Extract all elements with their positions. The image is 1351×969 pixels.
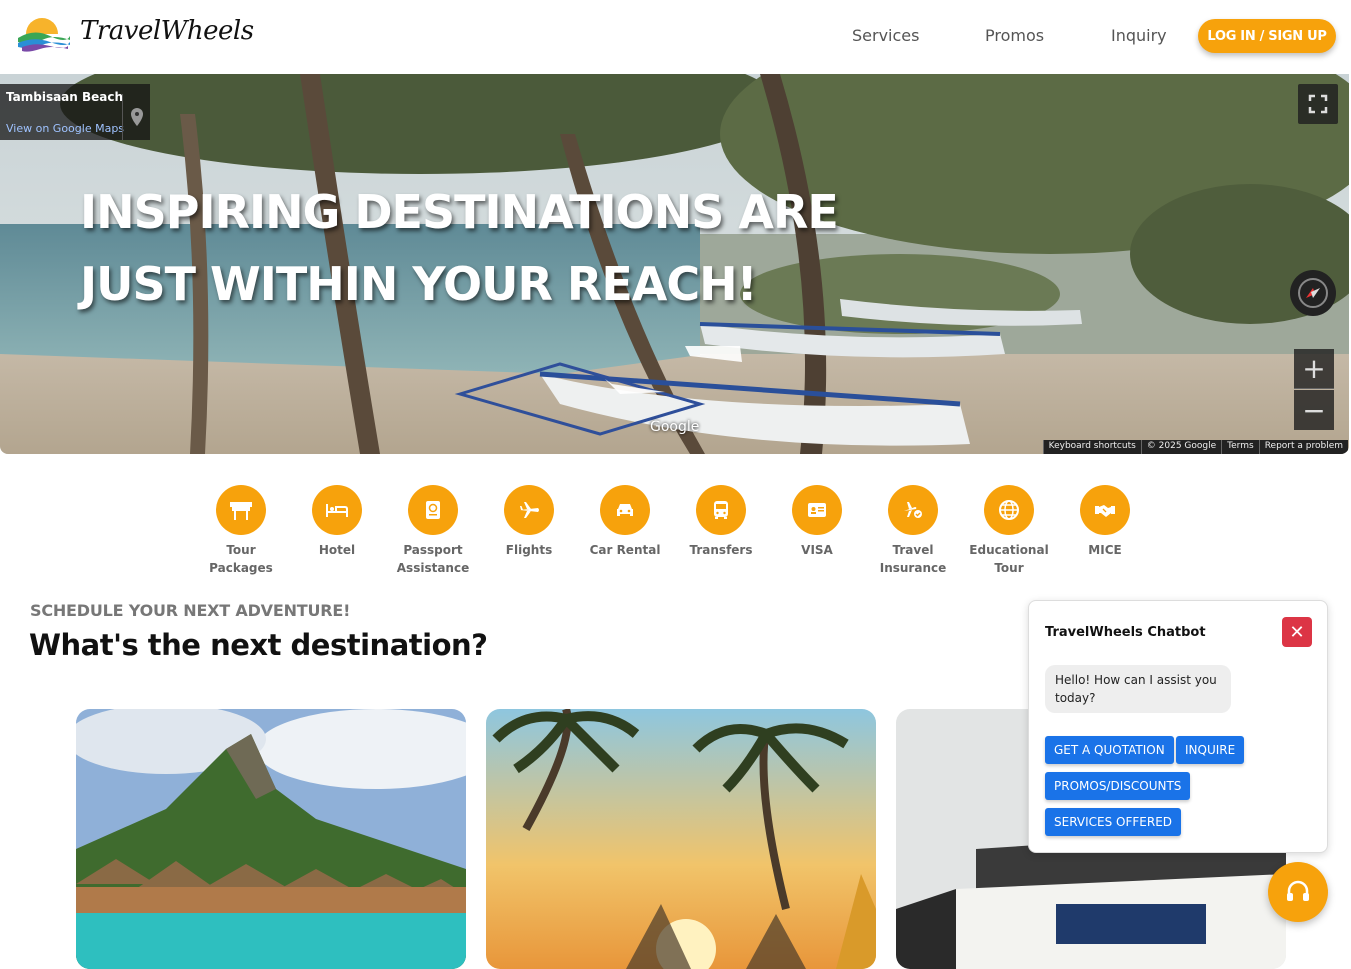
service-label: Tour Packages [209,543,273,575]
service-label: Flights [505,543,553,557]
service-educational-tour[interactable]: Educational Tour [961,485,1057,577]
passport-icon [408,485,458,535]
service-flights[interactable]: Flights [481,485,577,559]
get-quotation-button[interactable]: GET A QUOTATION [1045,736,1174,764]
hero-street-view[interactable]: Tambisaan Beach View on Google Maps + − … [0,74,1349,454]
service-transfers[interactable]: Transfers [673,485,769,559]
headset-icon[interactable] [1268,862,1328,922]
terms-link[interactable]: Terms [1221,440,1259,454]
copyright-text: © 2025 Google [1140,440,1222,454]
view-on-google-maps-link[interactable]: View on Google Maps [6,122,124,135]
place-info-panel: Tambisaan Beach View on Google Maps [0,84,150,140]
nav-inquiry[interactable]: Inquiry [1111,26,1167,45]
map-attribution-bar: Keyboard shortcuts © 2025 Google Terms R… [1042,440,1348,454]
service-hotel[interactable]: Hotel [289,485,385,559]
waves-logo-icon [18,18,70,52]
nav-services[interactable]: Services [852,26,919,45]
chatbot-title: TravelWheels Chatbot [1045,625,1206,640]
brand-name: TravelWheels [80,16,254,46]
service-mice[interactable]: MICE [1057,485,1153,559]
hero-headline-line1: INSPIRING DESTINATIONS ARE [80,185,839,239]
handshake-icon [1080,485,1130,535]
service-tour-packages[interactable]: Tour Packages [193,485,289,577]
id-card-icon [792,485,842,535]
service-label: Passport Assistance [396,543,470,575]
section-eyebrow: SCHEDULE YOUR NEXT ADVENTURE! [30,601,351,620]
keyboard-shortcuts-link[interactable]: Keyboard shortcuts [1042,440,1141,454]
torii-gate-icon [216,485,266,535]
inquire-button[interactable]: INQUIRE [1176,736,1245,764]
service-visa[interactable]: VISA [769,485,865,559]
zoom-in-button[interactable]: + [1294,349,1334,389]
brand-logo[interactable]: TravelWheels [16,14,254,60]
close-icon[interactable]: ✕ [1282,617,1312,647]
service-label: Transfers [689,543,753,557]
section-title: What's the next destination? [29,628,488,662]
nav-promos[interactable]: Promos [985,26,1044,45]
site-header: TravelWheels Services Promos Inquiry LOG… [0,0,1351,74]
destination-card[interactable] [76,709,466,969]
chatbot-panel: TravelWheels Chatbot ✕ Hello! How can I … [1028,600,1328,853]
report-problem-link[interactable]: Report a problem [1258,440,1348,454]
service-label: Educational Tour [969,543,1049,575]
zoom-out-button[interactable]: − [1294,390,1334,430]
map-pin-icon[interactable] [122,94,150,140]
service-label: VISA [801,543,833,557]
bus-icon [696,485,746,535]
bed-icon [312,485,362,535]
car-icon [600,485,650,535]
service-label: Hotel [318,543,356,557]
service-label: Car Rental [589,543,661,557]
chatbot-message: Hello! How can I assist you today? [1045,665,1231,713]
service-travel-insurance[interactable]: Travel Insurance [865,485,961,577]
hero-headline-line2: JUST WITHIN YOUR REACH! [80,257,758,311]
globe-icon [984,485,1034,535]
sunset-beach-image [486,709,876,969]
place-name: Tambisaan Beach [6,90,124,104]
google-logo: Google [650,419,700,435]
plane-icon [504,485,554,535]
destination-card[interactable] [486,709,876,969]
service-car-rental[interactable]: Car Rental [577,485,673,559]
fullscreen-icon[interactable] [1298,84,1338,124]
bora-bora-image [76,709,466,969]
service-label: MICE [1088,543,1122,557]
hero-headline: INSPIRING DESTINATIONS ARE JUST WITHIN Y… [80,176,840,320]
promos-discounts-button[interactable]: PROMOS/DISCOUNTS [1045,772,1191,800]
plane-shield-icon [888,485,938,535]
login-signup-button[interactable]: LOG IN / SIGN UP [1198,19,1336,53]
services-offered-button[interactable]: SERVICES OFFERED [1045,808,1182,836]
service-label: Travel Insurance [879,543,947,575]
service-passport-assistance[interactable]: Passport Assistance [385,485,481,577]
compass-icon[interactable] [1290,270,1336,316]
